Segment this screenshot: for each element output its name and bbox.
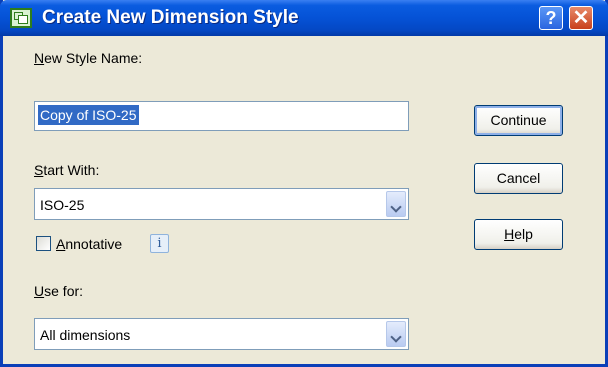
help-button[interactable]: Help bbox=[474, 219, 563, 250]
new-style-name-value: Copy of ISO-25 bbox=[38, 105, 139, 125]
annotative-label[interactable]: Annotative bbox=[56, 236, 122, 252]
dialog-window: Create New Dimension Style ? ✕ New Style… bbox=[0, 0, 608, 367]
use-for-combo[interactable]: All dimensions bbox=[34, 318, 409, 350]
close-button[interactable]: ✕ bbox=[569, 6, 593, 30]
help-button-mnemonic: H bbox=[504, 226, 515, 242]
new-style-name-label: New Style Name: bbox=[34, 50, 143, 66]
start-with-label: Start With: bbox=[34, 162, 100, 178]
new-style-name-field[interactable]: Copy of ISO-25 bbox=[34, 101, 409, 131]
info-icon[interactable]: i bbox=[150, 234, 169, 253]
chevron-down-icon[interactable] bbox=[386, 321, 406, 347]
start-with-combo[interactable]: ISO-25 bbox=[34, 188, 409, 220]
use-for-label: Use for: bbox=[34, 283, 84, 299]
dimension-style-icon bbox=[10, 8, 32, 28]
start-with-value: ISO-25 bbox=[40, 197, 85, 213]
continue-button[interactable]: Continue bbox=[474, 105, 563, 136]
cancel-button[interactable]: Cancel bbox=[474, 163, 563, 194]
dialog-title: Create New Dimension Style bbox=[42, 7, 299, 28]
title-bar[interactable]: Create New Dimension Style ? ✕ bbox=[0, 0, 608, 36]
help-button-label: elp bbox=[514, 226, 533, 242]
annotative-checkbox[interactable] bbox=[36, 236, 51, 251]
chevron-down-icon[interactable] bbox=[386, 191, 406, 217]
help-title-button[interactable]: ? bbox=[539, 6, 563, 30]
use-for-value: All dimensions bbox=[40, 327, 131, 343]
